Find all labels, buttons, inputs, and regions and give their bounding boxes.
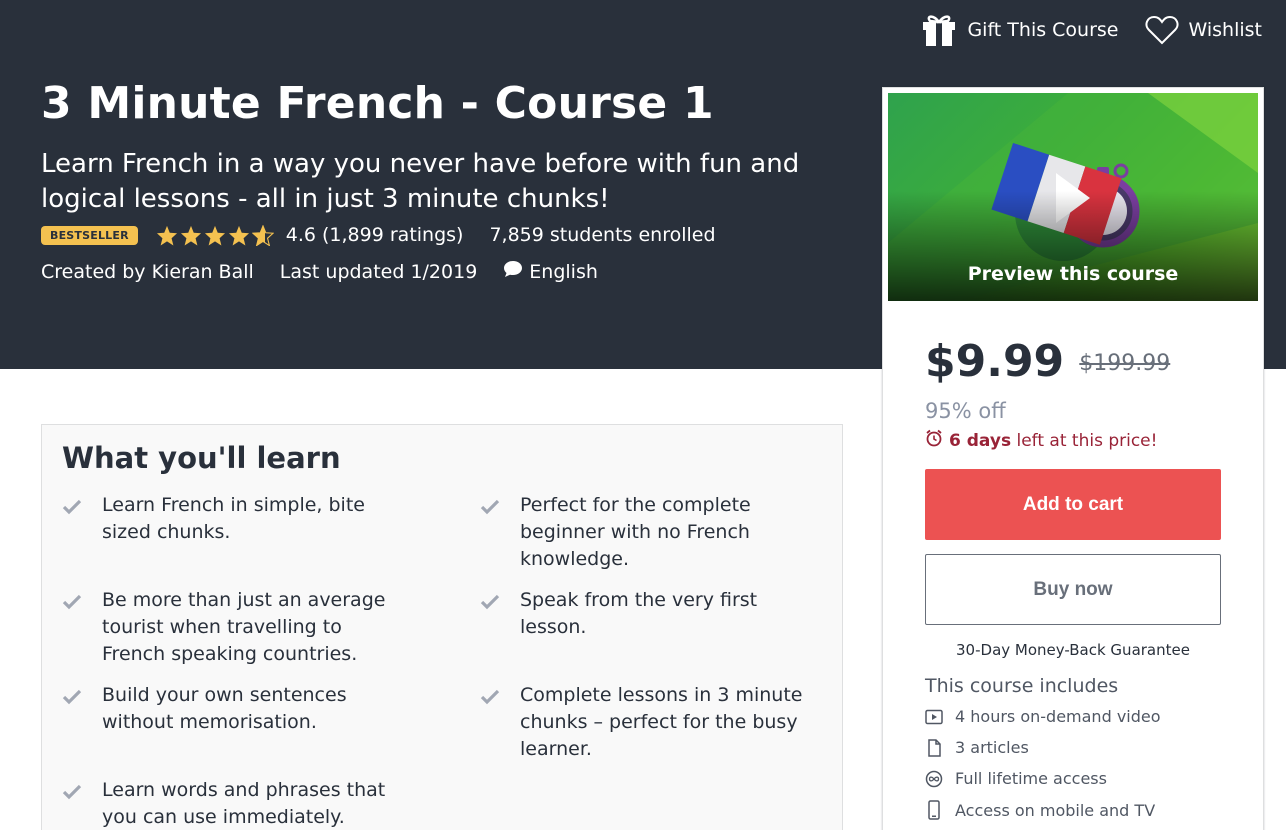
- include-item: Access on mobile and TV: [925, 800, 1155, 820]
- learn-item-text: Complete lessons in 3 minute chunks – pe…: [520, 684, 803, 760]
- check-icon: [62, 591, 82, 618]
- enrolled-count: 7,859 students enrolled: [489, 224, 716, 246]
- current-price: $9.99: [925, 336, 1065, 387]
- speech-bubble-icon: [503, 260, 523, 283]
- check-icon: [480, 591, 500, 618]
- learn-item: Speak from the very first lesson.: [480, 587, 820, 641]
- preview-label: Preview this course: [967, 263, 1179, 285]
- check-icon: [62, 686, 82, 713]
- course-title: 3 Minute French - Course 1: [41, 78, 714, 129]
- alarm-clock-icon: [925, 429, 943, 452]
- gift-icon: [921, 14, 957, 46]
- purchase-sidebar: Preview this course $9.99 $199.99 95% of…: [882, 87, 1264, 830]
- check-icon: [62, 496, 82, 523]
- learn-item-text: Be more than just an average tourist whe…: [102, 589, 386, 665]
- star-icon: [156, 225, 177, 246]
- mobile-icon: [925, 800, 943, 820]
- include-item: Full lifetime access: [925, 769, 1107, 788]
- learn-item: Perfect for the complete beginner with n…: [480, 492, 820, 573]
- add-to-cart-button[interactable]: Add to cart: [925, 469, 1221, 540]
- learn-item: Build your own sentences without memoris…: [62, 682, 402, 736]
- course-language: English: [503, 260, 598, 283]
- learn-item: Be more than just an average tourist whe…: [62, 587, 402, 668]
- learn-item: Complete lessons in 3 minute chunks – pe…: [480, 682, 820, 763]
- check-icon: [480, 496, 500, 523]
- learn-title: What you'll learn: [62, 441, 341, 475]
- video-icon: [925, 709, 943, 725]
- includes-title: This course includes: [925, 675, 1119, 697]
- include-item-label: 4 hours on-demand video: [955, 707, 1161, 726]
- buy-now-button[interactable]: Buy now: [925, 554, 1221, 625]
- learn-item-text: Perfect for the complete beginner with n…: [520, 494, 751, 570]
- infinity-icon: [925, 770, 943, 788]
- half-star-icon: [251, 224, 274, 246]
- star-rating: [156, 224, 274, 246]
- discount-label: 95% off: [925, 399, 1006, 423]
- course-meta: Created by Kieran Ball Last updated 1/20…: [41, 260, 598, 283]
- include-item-label: Access on mobile and TV: [955, 800, 1156, 820]
- learn-item-text: Build your own sentences without memoris…: [102, 684, 347, 733]
- include-item: 3 articles: [925, 738, 1029, 757]
- rating-row: BESTSELLER 4.6 (1,899 ratings) 7,859 stu…: [41, 224, 716, 246]
- learn-item: Learn French in simple, bite sized chunk…: [62, 492, 402, 546]
- money-back-guarantee: 30-Day Money-Back Guarantee: [956, 641, 1190, 659]
- wishlist-label: Wishlist: [1188, 19, 1263, 41]
- price-area: $9.99 $199.99: [925, 336, 1170, 387]
- star-icon: [180, 225, 201, 246]
- timer-text: left at this price!: [1011, 430, 1158, 451]
- learn-item-text: Learn words and phrases that you can use…: [102, 779, 386, 828]
- gift-course-button[interactable]: Gift This Course: [921, 14, 1119, 46]
- price-timer: 6 days left at this price!: [925, 429, 1157, 452]
- original-price: $199.99: [1079, 351, 1171, 376]
- heart-icon: [1145, 15, 1179, 45]
- rating-text[interactable]: 4.6 (1,899 ratings): [286, 224, 464, 246]
- what-youll-learn-box: What you'll learn Learn French in simple…: [41, 424, 843, 830]
- include-item-label: Full lifetime access: [955, 769, 1107, 788]
- gift-label: Gift This Course: [967, 19, 1119, 41]
- last-updated: Last updated 1/2019: [279, 260, 478, 283]
- wishlist-button[interactable]: Wishlist: [1145, 15, 1263, 45]
- check-icon: [480, 686, 500, 713]
- include-item: 4 hours on-demand video: [925, 707, 1161, 726]
- check-icon: [62, 781, 82, 808]
- star-icon: [228, 225, 249, 246]
- learn-item: Learn words and phrases that you can use…: [62, 777, 402, 830]
- learn-item-text: Speak from the very first lesson.: [520, 589, 758, 638]
- file-icon: [925, 738, 943, 757]
- created-by[interactable]: Created by Kieran Ball: [41, 261, 254, 283]
- top-actions: Gift This Course Wishlist: [921, 14, 1262, 46]
- include-item-label: 3 articles: [955, 738, 1029, 757]
- course-subtitle: Learn French in a way you never have bef…: [41, 149, 800, 214]
- learn-item-text: Learn French in simple, bite sized chunk…: [102, 494, 365, 543]
- course-preview[interactable]: Preview this course: [888, 93, 1258, 301]
- bestseller-badge: BESTSELLER: [41, 225, 138, 245]
- timer-days: 6 days: [949, 430, 1012, 451]
- language-label: English: [529, 260, 598, 283]
- star-icon: [204, 225, 225, 246]
